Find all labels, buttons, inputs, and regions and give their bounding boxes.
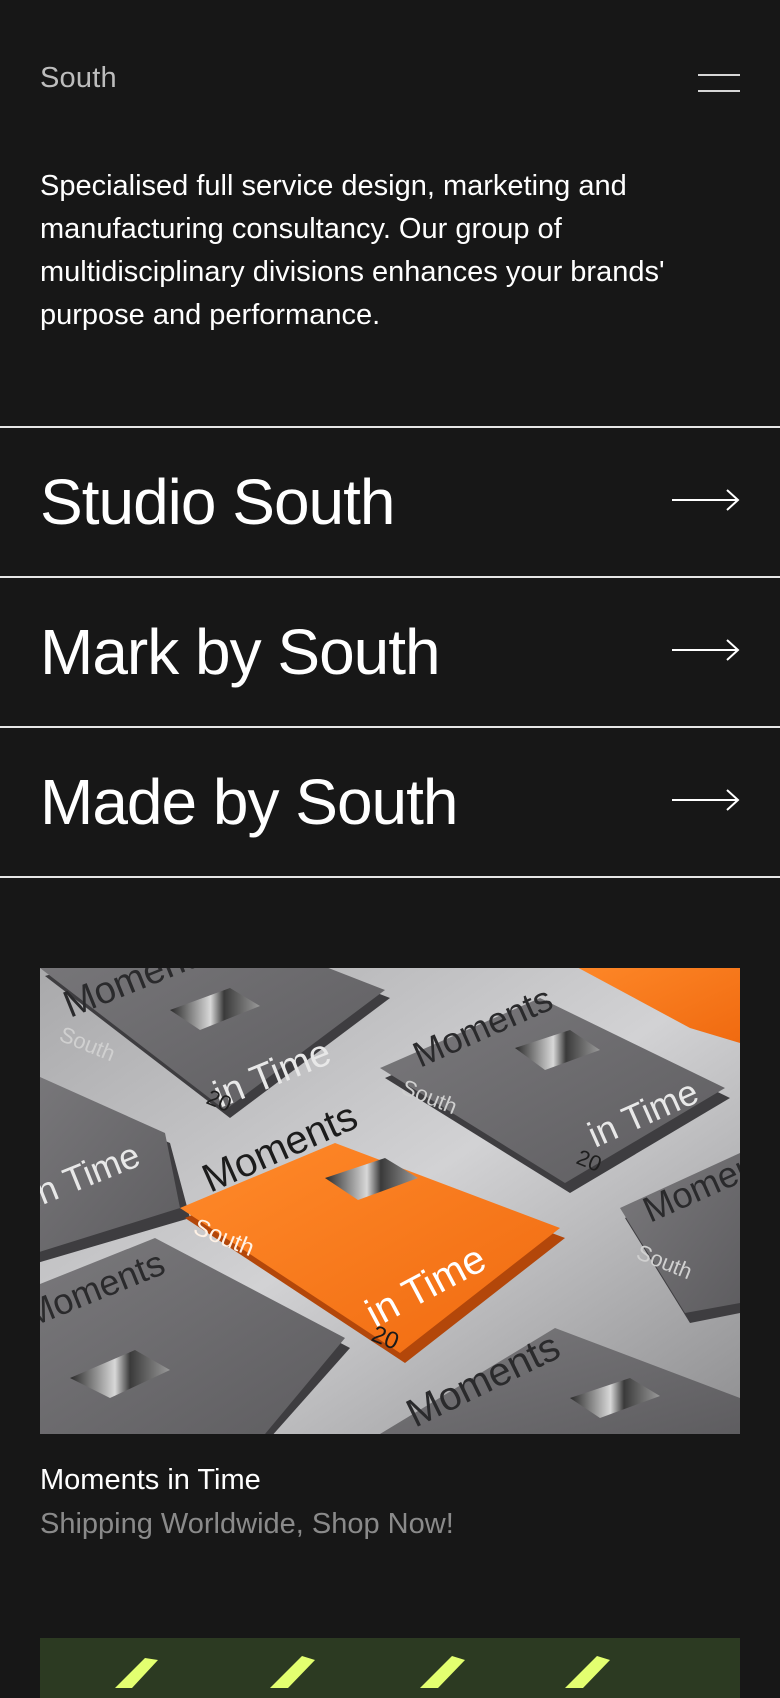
product-subtitle[interactable]: Shipping Worldwide, Shop Now!	[40, 1508, 454, 1541]
product-image[interactable]: Moments in Time South 20 Moments in Time…	[40, 968, 740, 1434]
divisions-list: Studio South Mark by South Made by South	[0, 426, 780, 878]
arrow-right-icon	[672, 789, 740, 811]
division-link-studio-south[interactable]: Studio South	[0, 426, 780, 576]
division-link-mark-by-south[interactable]: Mark by South	[0, 576, 780, 726]
next-product-card[interactable]	[40, 1638, 740, 1698]
site-header: South	[40, 60, 740, 102]
arrow-right-icon	[672, 639, 740, 661]
next-card-pattern	[115, 1656, 610, 1688]
hamburger-menu-button[interactable]	[698, 74, 740, 94]
division-label: Studio South	[40, 466, 395, 538]
arrow-right-icon	[672, 489, 740, 511]
hamburger-icon-line-top	[698, 74, 740, 76]
division-label: Mark by South	[40, 616, 441, 688]
division-link-made-by-south[interactable]: Made by South	[0, 726, 780, 878]
division-label: Made by South	[40, 766, 458, 838]
hamburger-icon-line-bottom	[698, 90, 740, 92]
books-illustration: Moments in Time South 20 Moments in Time…	[40, 968, 740, 1434]
site-logo[interactable]: South	[40, 62, 117, 95]
product-title[interactable]: Moments in Time	[40, 1464, 261, 1497]
intro-text: Specialised full service design, marketi…	[40, 170, 665, 331]
